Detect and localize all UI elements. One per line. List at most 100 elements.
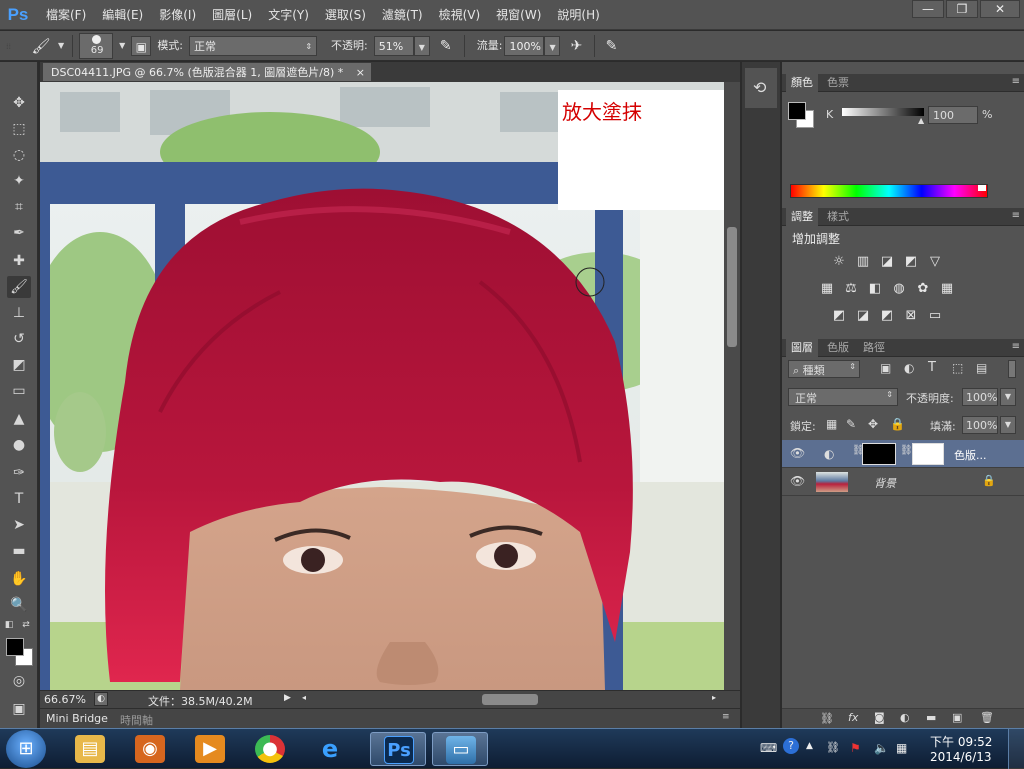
menu-edit[interactable]: 編輯(E) (94, 0, 151, 30)
gradient-map-icon[interactable]: ▭ (926, 308, 944, 324)
tray-expand-icon[interactable]: ▲ (806, 741, 813, 751)
brush-preset-picker[interactable]: 69 (79, 32, 114, 59)
brush-tool-icon[interactable]: 🖌 (30, 36, 52, 56)
close-tab-icon[interactable]: × (356, 63, 365, 83)
zoom-tool-icon[interactable]: 🔍 (7, 594, 31, 616)
panel-menu-icon[interactable]: ≡ (1012, 76, 1020, 87)
spectrum-white[interactable] (978, 185, 986, 191)
layer-name[interactable]: 背景 (874, 475, 896, 491)
layer-row-background[interactable]: 👁 背景 🔒 (782, 468, 1024, 496)
taskbar-chrome[interactable]: ● (242, 732, 298, 766)
color-fg-swatch[interactable] (788, 102, 806, 120)
menu-select[interactable]: 選取(S) (317, 0, 374, 30)
status-menu-arrow-icon[interactable]: ▶ (284, 693, 291, 703)
brightness-icon[interactable]: ☼ (830, 254, 848, 270)
taskbar-photoshop[interactable]: Ps (370, 732, 426, 766)
link-icon[interactable]: ⛓ (900, 445, 913, 456)
opacity-input[interactable]: 51% (373, 35, 414, 56)
flow-input[interactable]: 100% (504, 35, 545, 56)
dodge-tool-icon[interactable]: ● (7, 434, 31, 456)
pressure-opacity-icon[interactable]: ✎ (436, 36, 456, 56)
horizontal-scroll-thumb[interactable] (482, 694, 538, 705)
slider-handle-icon[interactable]: ▲ (918, 116, 924, 125)
menu-view[interactable]: 檢視(V) (431, 0, 489, 30)
minimize-button[interactable]: — (912, 0, 944, 18)
action-center-icon[interactable]: ⚑ (850, 741, 861, 755)
history-panel-button[interactable]: ⟲ (745, 68, 777, 108)
delete-layer-icon[interactable]: 🗑 (980, 711, 994, 724)
airbrush-icon[interactable]: ✈ (566, 36, 586, 56)
layer-mask-thumbnail[interactable] (862, 443, 896, 465)
tab-adjustments[interactable]: 調整 (786, 208, 818, 226)
pressure-size-icon[interactable]: ✎ (601, 36, 621, 56)
new-group-icon[interactable]: ▬ (926, 711, 936, 724)
visibility-eye-icon[interactable]: 👁 (790, 474, 805, 488)
move-tool-icon[interactable]: ✥ (7, 92, 31, 114)
new-layer-icon[interactable]: ▣ (952, 711, 962, 724)
layer-style-icon[interactable]: fx (848, 711, 858, 724)
lock-pixels-icon[interactable]: ✎ (846, 417, 856, 431)
tab-channels[interactable]: 色版 (822, 339, 854, 357)
swap-colors-icon[interactable]: ⇄ (20, 614, 32, 636)
color-lookup-icon[interactable]: ▦ (938, 281, 956, 297)
filter-pixel-icon[interactable]: ▣ (880, 361, 891, 375)
menu-window[interactable]: 視窗(W) (488, 0, 549, 30)
help-icon[interactable]: ? (783, 738, 799, 754)
foreground-color-swatch[interactable] (6, 638, 24, 656)
tool-preset-arrow-icon[interactable]: ▼ (58, 36, 64, 56)
taskbar-explorer[interactable]: ▤ (62, 732, 118, 766)
filter-adjustment-icon[interactable]: ◐ (904, 361, 914, 375)
levels-icon[interactable]: ▥ (854, 254, 872, 270)
menu-layer[interactable]: 圖層(L) (204, 0, 260, 30)
quick-mask-icon[interactable]: ◎ (7, 670, 31, 692)
taskbar-ie[interactable]: e (302, 732, 358, 766)
threshold-icon[interactable]: ◩ (878, 308, 896, 324)
lock-position-icon[interactable]: ✥ (868, 417, 878, 431)
filter-shape-icon[interactable]: ⬚ (952, 361, 963, 375)
start-button[interactable]: ⊞ (6, 730, 46, 768)
color-balance-icon[interactable]: ⚖ (842, 281, 860, 297)
mode-select[interactable]: 正常 ⇕ (189, 35, 318, 56)
path-select-tool-icon[interactable]: ➤ (7, 514, 31, 536)
filter-toggle[interactable] (1008, 360, 1016, 378)
brush-tool-icon[interactable]: 🖌 (7, 276, 31, 298)
scroll-left-icon[interactable]: ◂ (302, 693, 306, 702)
brush-preset-arrow-icon[interactable]: ▼ (119, 36, 125, 56)
tab-layers[interactable]: 圖層 (786, 339, 818, 357)
clone-stamp-tool-icon[interactable]: ⊥ (7, 302, 31, 324)
pen-tool-icon[interactable]: ✑ (7, 462, 31, 484)
lock-all-icon[interactable]: 🔒 (890, 417, 905, 431)
menu-help[interactable]: 說明(H) (549, 0, 607, 30)
vibrance-icon[interactable]: ▽ (926, 254, 944, 270)
menu-filter[interactable]: 濾鏡(T) (374, 0, 431, 30)
layer-filter-select[interactable]: ⌕ 種類 ⇕ (788, 360, 860, 378)
menu-image[interactable]: 影像(I) (151, 0, 204, 30)
hand-tool-icon[interactable]: ✋ (7, 568, 31, 590)
lock-transparent-icon[interactable]: ▦ (826, 417, 837, 431)
exposure-icon[interactable]: ◩ (902, 254, 920, 270)
curves-icon[interactable]: ◪ (878, 254, 896, 270)
lasso-tool-icon[interactable]: ◌ (7, 144, 31, 166)
blur-tool-icon[interactable]: ▲ (7, 408, 31, 430)
opacity-dropdown-icon[interactable]: ▼ (413, 35, 430, 56)
network-icon[interactable]: ▦ (896, 741, 907, 755)
gradient-tool-icon[interactable]: ▭ (7, 380, 31, 402)
filter-smart-object-icon[interactable]: ▤ (976, 361, 987, 375)
zoom-level[interactable]: 66.67% (44, 693, 86, 706)
clock-date[interactable]: 2014/6/13 (930, 750, 992, 764)
quick-select-tool-icon[interactable]: ✦ (7, 170, 31, 192)
invert-icon[interactable]: ◩ (830, 308, 848, 324)
rectangle-tool-icon[interactable]: ▬ (7, 540, 31, 562)
posterize-icon[interactable]: ◪ (854, 308, 872, 324)
selective-color-icon[interactable]: ⊠ (902, 308, 920, 324)
taskbar-photo-app[interactable]: ◉ (122, 732, 178, 766)
eraser-tool-icon[interactable]: ◩ (7, 354, 31, 376)
crop-tool-icon[interactable]: ⌗ (7, 196, 31, 218)
brush-panel-toggle-icon[interactable]: ▣ (131, 35, 152, 56)
k-value-input[interactable]: 100 (928, 106, 978, 124)
close-button[interactable]: ✕ (980, 0, 1020, 18)
taskbar-image-viewer[interactable]: ▭ (432, 732, 488, 766)
clock-time[interactable]: 下午 09:52 (930, 733, 992, 750)
keyboard-icon[interactable]: ⌨ (760, 741, 777, 755)
fill-arrow-icon[interactable]: ▼ (1000, 416, 1016, 434)
